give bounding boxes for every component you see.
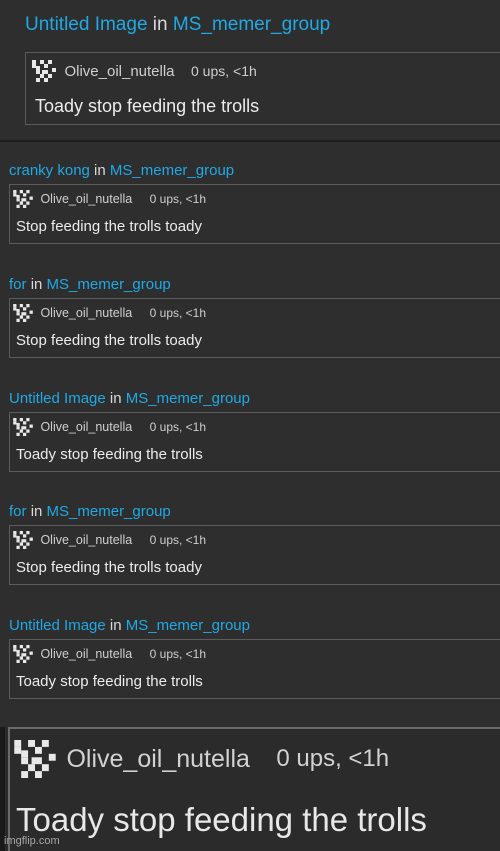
top-notification: Untitled Image in MS_memer_group Olive_o… <box>0 0 500 128</box>
post-link[interactable]: Untitled Image <box>9 390 106 407</box>
post-link[interactable]: Untitled Image <box>9 617 106 634</box>
group-link[interactable]: MS_memer_group <box>47 503 171 520</box>
in-text: in <box>109 617 122 634</box>
pixel-avatar-icon[interactable] <box>14 740 56 778</box>
pixel-avatar-icon[interactable] <box>13 304 33 322</box>
comment-stats: 0 ups, <1h <box>149 306 207 320</box>
notification-title: Untitled Image in MS_memer_group <box>25 14 330 36</box>
group-link[interactable]: MS_memer_group <box>173 14 330 35</box>
notification-title: Untitled Image in MS_memer_group <box>9 390 250 407</box>
group-link[interactable]: MS_memer_group <box>110 162 234 179</box>
username-link[interactable]: Olive_oil_nutella <box>66 745 249 773</box>
comment-text: Stop feeding the trolls toady <box>16 332 202 349</box>
pixel-avatar-icon[interactable] <box>13 190 33 208</box>
notification-item: for in MS_memer_group Olive_oil_nutella … <box>0 276 500 390</box>
in-text: in <box>30 276 43 293</box>
group-link[interactable]: MS_memer_group <box>126 390 250 407</box>
pixel-avatar-icon[interactable] <box>13 531 33 549</box>
divider <box>0 140 500 142</box>
comment-text: Stop feeding the trolls toady <box>16 559 202 576</box>
comment-stats: 0 ups, <1h <box>276 745 390 772</box>
comment-meta: Olive_oil_nutella 0 ups, <1h <box>13 531 206 549</box>
comment-stats: 0 ups, <1h <box>149 192 207 206</box>
comment-stats: 0 ups, <1h <box>149 647 207 661</box>
comment-card[interactable]: Olive_oil_nutella 0 ups, <1h Toady stop … <box>9 412 500 472</box>
comment-stats: 0 ups, <1h <box>149 533 207 547</box>
comment-text: Toady stop feeding the trolls <box>35 96 260 116</box>
comment-text: Stop feeding the trolls toady <box>16 218 202 235</box>
username-link[interactable]: Olive_oil_nutella <box>64 63 174 80</box>
comment-stats: 0 ups, <1h <box>190 63 257 79</box>
comment-text: Toady stop feeding the trolls <box>16 801 427 838</box>
zoomed-comment: Olive_oil_nutella 0 ups, <1h Toady stop … <box>0 727 500 851</box>
comment-meta: Olive_oil_nutella 0 ups, <1h <box>32 60 257 82</box>
comment-card[interactable]: Olive_oil_nutella 0 ups, <1h Toady stop … <box>9 639 500 699</box>
pixel-avatar-icon[interactable] <box>32 60 56 82</box>
comment-meta: Olive_oil_nutella 0 ups, <1h <box>13 418 206 436</box>
notification-title: for in MS_memer_group <box>9 276 171 293</box>
pixel-avatar-icon[interactable] <box>13 645 33 663</box>
comment-meta: Olive_oil_nutella 0 ups, <1h <box>13 304 206 322</box>
post-link[interactable]: cranky kong <box>9 162 90 179</box>
comment-card[interactable]: Olive_oil_nutella 0 ups, <1h Stop feedin… <box>9 298 500 358</box>
comment-card[interactable]: Olive_oil_nutella 0 ups, <1h Stop feedin… <box>9 525 500 585</box>
group-link[interactable]: MS_memer_group <box>126 617 250 634</box>
card-border <box>8 727 10 851</box>
notification-item: Untitled Image in MS_memer_group Olive_o… <box>0 390 500 504</box>
comment-meta: Olive_oil_nutella 0 ups, <1h <box>14 740 389 778</box>
notification-item: for in MS_memer_group Olive_oil_nutella … <box>0 503 500 617</box>
notification-title: for in MS_memer_group <box>9 503 171 520</box>
comment-card[interactable]: Olive_oil_nutella 0 ups, <1h Stop feedin… <box>9 184 500 244</box>
in-text: in <box>94 162 106 179</box>
username-link[interactable]: Olive_oil_nutella <box>40 420 132 434</box>
group-link[interactable]: MS_memer_group <box>47 276 171 293</box>
in-text: in <box>152 14 168 35</box>
post-link[interactable]: Untitled Image <box>25 14 148 35</box>
comment-text: Toady stop feeding the trolls <box>16 446 203 463</box>
comment-text: Toady stop feeding the trolls <box>16 673 203 690</box>
watermark: imgflip.com <box>4 835 60 847</box>
notification-item: cranky kong in MS_memer_group Olive_oil_… <box>0 162 500 276</box>
comment-card[interactable]: Olive_oil_nutella 0 ups, <1h Toady stop … <box>25 52 500 125</box>
notification-item: Untitled Image in MS_memer_group Olive_o… <box>0 617 500 731</box>
username-link[interactable]: Olive_oil_nutella <box>40 306 132 320</box>
notification-title: cranky kong in MS_memer_group <box>9 162 234 179</box>
comment-meta: Olive_oil_nutella 0 ups, <1h <box>13 190 206 208</box>
crop-edge <box>0 727 5 851</box>
comment-stats: 0 ups, <1h <box>149 420 207 434</box>
in-text: in <box>109 390 122 407</box>
post-link[interactable]: for <box>9 276 27 293</box>
username-link[interactable]: Olive_oil_nutella <box>40 533 132 547</box>
post-link[interactable]: for <box>9 503 27 520</box>
username-link[interactable]: Olive_oil_nutella <box>40 647 132 661</box>
card-border-top <box>8 727 500 729</box>
comment-meta: Olive_oil_nutella 0 ups, <1h <box>13 645 206 663</box>
in-text: in <box>30 503 43 520</box>
pixel-avatar-icon[interactable] <box>13 418 33 436</box>
notification-title: Untitled Image in MS_memer_group <box>9 617 250 634</box>
username-link[interactable]: Olive_oil_nutella <box>40 192 132 206</box>
